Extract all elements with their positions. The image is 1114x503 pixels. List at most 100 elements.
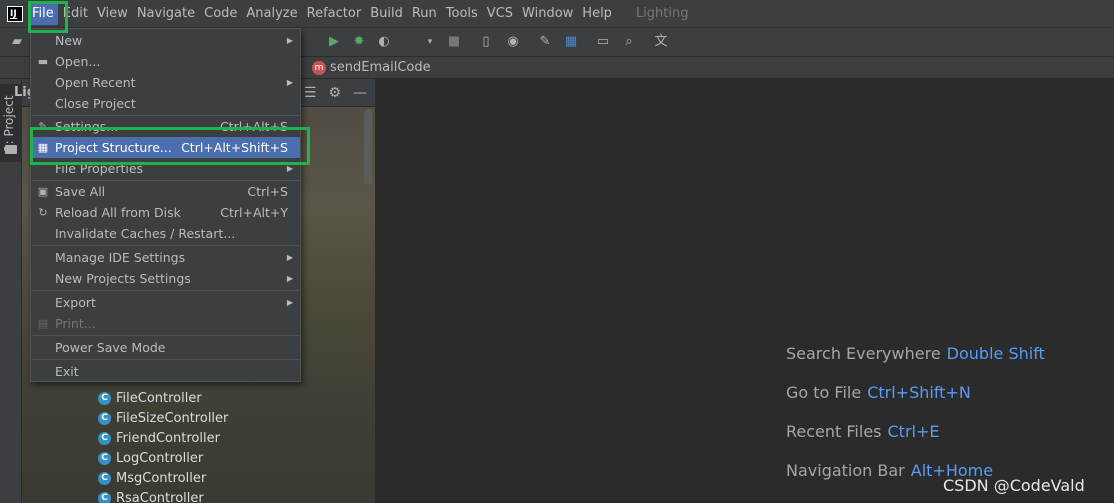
hint-search-everywhere: Search Everywhere Double Shift [786,344,1045,363]
highlight-box-file-menu [28,1,68,33]
class-icon: C [98,451,111,465]
menu-bar: IJ File Edit View Navigate Code Analyze … [0,0,1114,28]
tree-item[interactable]: C FriendController [98,428,220,448]
save-icon: ▣ [37,184,49,198]
file-menu-dropdown: New ▶ ▬ Open... Open Recent ▶ Close Proj… [30,28,301,382]
minimize-icon[interactable]: — [353,85,367,101]
submenu-arrow-icon: ▶ [286,164,293,173]
class-icon: C [98,411,111,425]
profiler-icon[interactable]: ◉ [505,34,521,50]
open-folder-icon[interactable]: ▰ [9,34,25,50]
breadcrumb-method-label: sendEmailCode [330,60,431,75]
hint-label: Search Everywhere [786,344,941,363]
submenu-arrow-icon: ▶ [286,78,293,87]
hint-shortcut: Ctrl+E [887,422,940,441]
stop-icon[interactable]: ■ [446,34,462,50]
hint-label: Recent Files [786,422,882,441]
submenu-arrow-icon: ▶ [286,274,293,283]
tree-item[interactable]: C FileSizeController [98,408,228,428]
menu-item-label: Manage IDE Settings [55,250,186,265]
hint-shortcut: Double Shift [946,344,1045,363]
menu-item-label: Power Save Mode [55,340,166,355]
menu-item-reload-from-disk[interactable]: ↻ Reload All from Disk Ctrl+Alt+Y [31,202,300,223]
menu-window[interactable]: Window [518,3,577,25]
run-icon[interactable]: ▶ [326,34,342,50]
menu-item-label: Open Recent [55,75,136,90]
class-icon: C [98,471,111,485]
breadcrumb-method[interactable]: m sendEmailCode [312,60,431,75]
menu-help[interactable]: Help [578,3,616,25]
tree-item-label: MsgController [116,470,207,486]
menu-item-print: ▤ Print... [31,313,300,334]
menu-item-save-all[interactable]: ▣ Save All Ctrl+S [31,181,300,202]
menu-item-invalidate-caches[interactable]: Invalidate Caches / Restart... [31,223,300,244]
hint-go-to-file: Go to File Ctrl+Shift+N [786,383,971,402]
layout-icon[interactable]: ▭ [595,34,611,50]
tree-item[interactable]: C RsaController [98,488,204,503]
collapse-icon[interactable]: ☰ [304,85,317,101]
menu-analyze[interactable]: Analyze [242,3,301,25]
menu-item-label: Close Project [55,96,136,111]
menu-item-label: Print... [55,316,96,331]
menu-separator [32,290,299,291]
search-icon[interactable]: ⌕ [621,34,637,50]
menu-item-close-project[interactable]: Close Project [31,93,300,114]
menu-item-shortcut: Ctrl+S [247,184,288,199]
tree-item[interactable]: C LogController [98,448,203,468]
run-dropdown-icon[interactable]: ▾ [422,34,438,50]
tree-item-label: FileController [116,390,202,406]
folder-icon [5,145,17,154]
menu-item-exit[interactable]: Exit [31,361,300,382]
tree-item-label: LogController [116,450,204,466]
submenu-arrow-icon: ▶ [286,298,293,307]
reload-icon: ↻ [38,205,48,219]
menu-item-shortcut: Ctrl+Alt+Y [220,205,288,220]
menu-navigate[interactable]: Navigate [133,3,199,25]
menu-separator [32,245,299,246]
menu-refactor[interactable]: Refactor [303,3,366,25]
submenu-arrow-icon: ▶ [286,36,293,45]
debug-icon[interactable]: ✹ [351,34,367,50]
menu-build[interactable]: Build [366,3,407,25]
project-structure-icon[interactable]: ▦ [563,34,579,50]
menu-run[interactable]: Run [408,3,441,25]
menu-code[interactable]: Code [200,3,241,25]
wrench-icon[interactable]: ✎ [537,34,553,50]
tree-item[interactable]: C MsgController [98,468,206,488]
tree-item[interactable]: C FileController [98,388,202,408]
menu-item-label: New [55,33,83,48]
menu-item-open-recent[interactable]: Open Recent ▶ [31,72,300,93]
menu-separator [32,359,299,360]
submenu-arrow-icon: ▶ [286,253,293,262]
menu-item-label: Export [55,295,96,310]
method-icon: m [312,60,326,75]
project-title: Lighting [635,6,689,21]
translate-icon[interactable]: 文 [653,34,669,50]
menu-view[interactable]: View [93,3,132,25]
class-icon: C [98,391,111,405]
editor-area: Search Everywhere Double Shift Go to File… [375,79,1114,503]
menu-item-open[interactable]: ▬ Open... [31,51,300,72]
gear-icon[interactable]: ⚙ [328,85,341,101]
menu-item-power-save-mode[interactable]: Power Save Mode [31,337,300,358]
menu-item-label: Reload All from Disk [55,205,181,220]
class-icon: C [98,491,111,503]
menu-item-manage-ide-settings[interactable]: Manage IDE Settings ▶ [31,247,300,268]
tree-item-label: FileSizeController [116,410,229,426]
class-icon: C [98,431,111,445]
intellij-logo-icon: IJ [7,5,23,22]
menu-vcs[interactable]: VCS [483,3,517,25]
highlight-box-project-structure [30,127,310,165]
menu-tools[interactable]: Tools [442,3,482,25]
coverage-icon[interactable]: ◐ [376,34,392,50]
scrollbar[interactable] [364,109,372,185]
menu-item-label: Exit [55,364,79,379]
menu-item-new-projects-settings[interactable]: New Projects Settings ▶ [31,268,300,289]
menu-item-export[interactable]: Export ▶ [31,292,300,313]
menu-item-label: Save All [55,184,106,199]
menu-item-label: Open... [55,54,101,69]
menu-separator [32,335,299,336]
watermark: CSDN @CodeVald [943,476,1085,495]
menu-item-new[interactable]: New ▶ [31,30,300,51]
device-icon[interactable]: ▯ [478,34,494,50]
